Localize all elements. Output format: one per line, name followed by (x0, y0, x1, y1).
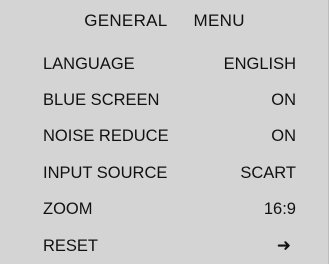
menu-item-blue-screen[interactable]: BLUE SCREEN ON (0, 82, 329, 118)
menu-title-menu: MENU (193, 11, 245, 30)
right-arrow-icon[interactable]: ➜ (277, 236, 296, 256)
menu-item-language[interactable]: LANGUAGE ENGLISH (0, 46, 329, 82)
menu-title: GENERAL MENU (0, 6, 329, 36)
language-value[interactable]: ENGLISH (224, 55, 296, 74)
menu-title-general: GENERAL (84, 11, 168, 30)
menu-item-zoom[interactable]: ZOOM 16:9 (0, 192, 329, 228)
language-label: LANGUAGE (43, 54, 135, 73)
reset-label: RESET (43, 236, 99, 255)
input-source-value[interactable]: SCART (240, 164, 296, 183)
general-menu-panel: GENERAL MENU LANGUAGE ENGLISH BLUE SCREE… (0, 0, 329, 264)
blue-screen-value[interactable]: ON (271, 91, 296, 110)
zoom-label: ZOOM (43, 200, 93, 219)
menu-item-reset[interactable]: RESET ➜ (0, 228, 329, 264)
menu-item-input-source[interactable]: INPUT SOURCE SCART (0, 155, 329, 191)
input-source-label: INPUT SOURCE (43, 163, 168, 182)
noise-reduce-value[interactable]: ON (271, 127, 296, 146)
menu-item-noise-reduce[interactable]: NOISE REDUCE ON (0, 119, 329, 155)
menu-items-list: LANGUAGE ENGLISH BLUE SCREEN ON NOISE RE… (0, 46, 329, 264)
zoom-value[interactable]: 16:9 (264, 200, 296, 219)
noise-reduce-label: NOISE REDUCE (43, 127, 169, 146)
blue-screen-label: BLUE SCREEN (43, 91, 160, 110)
